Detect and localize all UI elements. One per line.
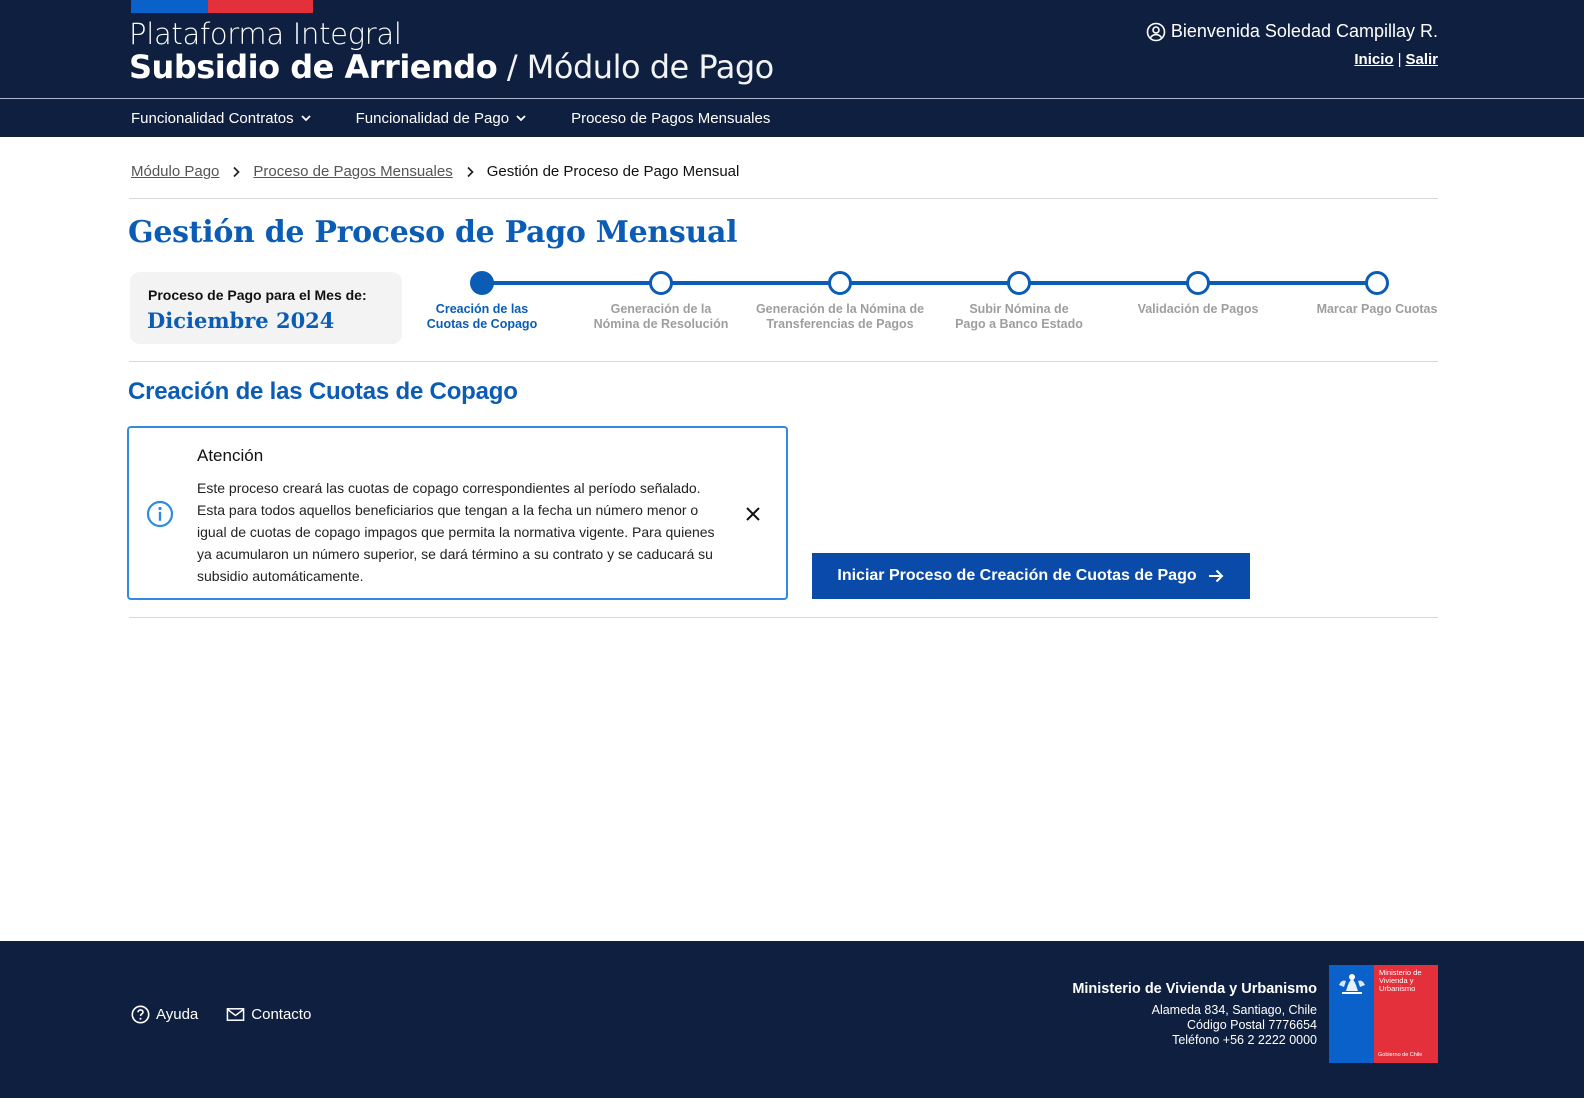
step-label-line: Pago a Banco Estado — [955, 317, 1083, 331]
user-greeting: Bienvenida Soledad Campillay R. — [1146, 21, 1438, 42]
breadcrumb-link-pagos-mensuales[interactable]: Proceso de Pagos Mensuales — [253, 163, 452, 180]
flag-stripe — [131, 0, 313, 13]
nav-item-pago[interactable]: Funcionalidad de Pago — [356, 110, 527, 127]
step-dot-1[interactable] — [470, 271, 494, 295]
nav-item-label: Funcionalidad de Pago — [355, 109, 510, 127]
logo-gov-text: Gobierno de Chile — [1378, 1052, 1423, 1058]
logo-text: Ministerio de Vivienda y Urbanismo — [1379, 969, 1422, 993]
crest-icon — [1339, 974, 1365, 994]
chevron-right-icon — [230, 166, 242, 178]
help-label: Ayuda — [156, 1006, 199, 1023]
chevron-right-icon — [464, 166, 476, 178]
month-card-value: Diciembre 2024 — [147, 308, 335, 333]
logo-blue-block — [1329, 965, 1374, 1063]
ministry-logo: Ministerio de Vivienda y Urbanismo Gobie… — [1329, 965, 1438, 1063]
step-label-2: Generación de la Nómina de Resolución — [571, 302, 751, 332]
divider — [129, 198, 1438, 199]
breadcrumb-link-modulo-pago[interactable]: Módulo Pago — [131, 163, 219, 180]
logo-text-line: Urbanismo — [1379, 984, 1416, 993]
stepper-line — [482, 281, 1388, 285]
divider — [129, 361, 1438, 362]
arrow-right-icon — [1207, 567, 1225, 585]
breadcrumb: Módulo Pago Proceso de Pagos Mensuales G… — [131, 163, 739, 180]
user-circle-icon — [1146, 22, 1166, 42]
step-dot-4[interactable] — [1007, 271, 1031, 295]
logo-red-block: Ministerio de Vivienda y Urbanismo Gobie… — [1374, 965, 1438, 1063]
footer-links: Ayuda Contacto — [131, 1005, 339, 1024]
brand-title-line1: Plataforma Integral — [129, 17, 402, 51]
user-links: Inicio | Salir — [1354, 51, 1438, 68]
nav-item-label: Funcionalidad Contratos — [131, 109, 294, 127]
chevron-down-icon — [300, 112, 312, 124]
step-label-5: Validación de Pagos — [1108, 302, 1288, 317]
info-icon — [146, 500, 174, 528]
site-footer: Ayuda Contacto Ministerio de Vivienda y … — [0, 941, 1584, 1098]
chevron-down-icon — [515, 112, 527, 124]
step-label-6: Marcar Pago Cuotas — [1287, 302, 1467, 317]
step-label-line: Subir Nómina de — [969, 302, 1069, 316]
step-label-3: Generación de la Nómina de Transferencias… — [750, 302, 930, 332]
step-label-line: Marcar Pago Cuotas — [1316, 302, 1438, 316]
ministry-info: Ministerio de Vivienda y Urbanismo Alame… — [1072, 981, 1317, 1048]
alert-body: Este proceso creará las cuotas de copago… — [197, 480, 715, 584]
link-separator: | — [1397, 51, 1402, 68]
contact-label: Contacto — [251, 1006, 312, 1023]
start-process-button[interactable]: Iniciar Proceso de Creación de Cuotas de… — [812, 553, 1250, 599]
ministry-address: Alameda 834, Santiago, Chile — [1151, 1003, 1317, 1017]
nav-item-pagos-mensuales[interactable]: Proceso de Pagos Mensuales — [571, 110, 770, 127]
page-title: Gestión de Proceso de Pago Mensual — [128, 215, 738, 250]
step-label-1: Creación de las Cuotas de Copago — [392, 302, 572, 332]
step-label-line: Generación de la Nómina de — [755, 302, 925, 316]
attention-alert: Atención Este proceso creará las cuotas … — [127, 426, 788, 600]
flag-blue — [131, 0, 208, 13]
flag-red — [208, 0, 313, 13]
step-dot-6[interactable] — [1365, 271, 1389, 295]
brand-title-module: / Módulo de Pago — [497, 48, 774, 86]
ministry-phone: Teléfono +56 2 2222 0000 — [1172, 1033, 1317, 1047]
step-label-line: Validación de Pagos — [1137, 302, 1259, 316]
section-title: Creación de las Cuotas de Copago — [128, 378, 518, 405]
nav-item-label: Proceso de Pagos Mensuales — [571, 109, 771, 127]
brand-title-line2: Subsidio de Arriendo / Módulo de Pago — [129, 48, 774, 86]
ministry-postal: Código Postal 7776654 — [1187, 1018, 1317, 1032]
step-label-line: Nómina de Resolución — [593, 317, 729, 331]
home-link[interactable]: Inicio — [1354, 51, 1393, 68]
divider — [129, 617, 1438, 618]
month-card-label: Proceso de Pago para el Mes de: — [148, 287, 367, 303]
welcome-text: Bienvenida Soledad Campillay R. — [1170, 21, 1438, 41]
alert-title: Atención — [197, 446, 264, 465]
step-dot-3[interactable] — [828, 271, 852, 295]
step-dot-5[interactable] — [1186, 271, 1210, 295]
ministry-name: Ministerio de Vivienda y Urbanismo — [1072, 981, 1317, 997]
step-label-line: Transferencias de Pagos — [766, 317, 914, 331]
brand-title-bold: Subsidio de Arriendo — [129, 48, 498, 86]
step-label-line: Cuotas de Copago — [426, 317, 538, 331]
help-link[interactable]: Ayuda — [131, 1005, 198, 1024]
help-circle-icon — [131, 1005, 150, 1024]
step-label-4: Subir Nómina de Pago a Banco Estado — [929, 302, 1109, 332]
mail-icon — [226, 1005, 245, 1024]
month-card: Proceso de Pago para el Mes de: Diciembr… — [130, 272, 402, 344]
process-stepper: Creación de las Cuotas de Copago Generaci… — [427, 271, 1440, 341]
contact-link[interactable]: Contacto — [226, 1005, 311, 1024]
step-dot-2[interactable] — [649, 271, 673, 295]
start-process-label: Iniciar Proceso de Creación de Cuotas de… — [837, 567, 1197, 584]
site-header: Plataforma Integral Subsidio de Arriendo… — [0, 0, 1584, 137]
main-nav: Funcionalidad Contratos Funcionalidad de… — [131, 99, 814, 137]
step-label-line: Creación de las — [435, 302, 529, 316]
step-label-line: Generación de la — [610, 302, 712, 316]
breadcrumb-current: Gestión de Proceso de Pago Mensual — [486, 163, 740, 180]
nav-item-contratos[interactable]: Funcionalidad Contratos — [131, 110, 312, 127]
logout-link[interactable]: Salir — [1405, 51, 1438, 68]
close-icon[interactable] — [743, 504, 763, 524]
